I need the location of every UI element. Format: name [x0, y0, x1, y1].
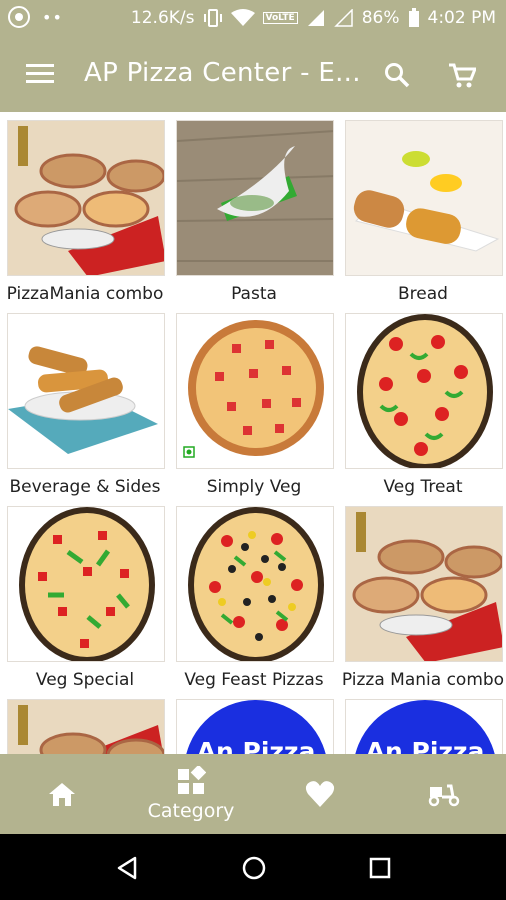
- system-nav-bar: [0, 834, 506, 900]
- category-grid: PizzaMania combo Pasta Bread Beverage & …: [0, 112, 506, 754]
- veg-special-pizza-image: [8, 507, 164, 661]
- whatsapp-notification-icon: [8, 6, 30, 28]
- veg-feast-pizza-image: [177, 507, 333, 661]
- simply-veg-pizza-image: [177, 314, 333, 468]
- category-tile[interactable]: An Pizza: [345, 699, 503, 754]
- category-tile-veg-feast[interactable]: [176, 506, 334, 662]
- category-tile-bread[interactable]: [345, 120, 503, 276]
- ap-pizza-logo-image: An Pizza: [346, 700, 502, 754]
- home-circle-icon[interactable]: [242, 856, 266, 880]
- bottom-nav: Category: [0, 754, 506, 834]
- nav-category-label: Category: [147, 800, 235, 822]
- heart-icon: [305, 781, 335, 807]
- category-tile-pizza-mania-combo[interactable]: [345, 506, 503, 662]
- wifi-icon: [230, 9, 255, 26]
- network-speed: 12.6K/s: [130, 8, 195, 28]
- nav-home[interactable]: [32, 754, 92, 834]
- category-label: Veg Treat: [383, 477, 463, 497]
- page-title: AP Pizza Center - E...: [84, 58, 361, 88]
- status-bar: •• 12.6K/s VoLTE 86% 4:02 PM: [0, 0, 506, 36]
- signal-icon: [307, 10, 324, 26]
- battery-percent: 86%: [361, 8, 400, 28]
- category-label: Beverage & Sides: [9, 477, 161, 497]
- menu-icon[interactable]: [26, 64, 54, 84]
- category-tile-pasta[interactable]: [176, 120, 334, 276]
- home-icon: [49, 783, 75, 806]
- category-tile-pizzamania-combo[interactable]: [7, 120, 165, 276]
- pasta-image: [177, 121, 333, 275]
- pizza-mania-combo-image: [346, 507, 502, 661]
- category-label: Simply Veg: [206, 477, 302, 497]
- signal-weak-icon: [333, 9, 353, 27]
- more-notifications-icon: ••: [42, 7, 63, 27]
- volte-badge: VoLTE: [262, 12, 298, 24]
- logo-text: An Pizza: [197, 737, 316, 754]
- category-tile-simply-veg[interactable]: [176, 313, 334, 469]
- search-icon[interactable]: [384, 62, 410, 88]
- category-tile-veg-special[interactable]: [7, 506, 165, 662]
- clock: 4:02 PM: [427, 8, 497, 28]
- back-icon[interactable]: [116, 856, 138, 880]
- vibrate-icon: [203, 9, 222, 27]
- app-bar: AP Pizza Center - E...: [0, 36, 506, 112]
- category-label: Pizza Mania combo: [341, 670, 505, 690]
- category-label: Bread: [398, 284, 448, 304]
- nav-favorites[interactable]: [290, 754, 350, 834]
- logo-text: An Pizza: [366, 737, 485, 754]
- pizza-mania-combo-image: [8, 121, 164, 275]
- garlic-bread-image: [346, 121, 502, 275]
- category-tile-beverage-sides[interactable]: [7, 313, 165, 469]
- battery-charging-icon: [408, 8, 419, 27]
- category-tile[interactable]: An Pizza: [176, 699, 334, 754]
- ap-pizza-logo-image: An Pizza: [177, 700, 333, 754]
- delivery-scooter-icon: [428, 784, 460, 807]
- category-icon: [178, 766, 206, 794]
- category-label: Veg Special: [35, 670, 135, 690]
- category-tile[interactable]: [7, 699, 165, 754]
- nav-category[interactable]: Category: [136, 754, 246, 834]
- category-label: PizzaMania combo: [6, 284, 164, 304]
- category-label: Veg Feast Pizzas: [184, 670, 324, 690]
- bread-sticks-image: [8, 314, 164, 468]
- recents-icon[interactable]: [369, 857, 391, 879]
- cart-icon[interactable]: [448, 62, 476, 90]
- nav-delivery[interactable]: [414, 754, 474, 834]
- category-label: Pasta: [231, 284, 277, 304]
- category-tile-veg-treat[interactable]: [345, 313, 503, 469]
- veg-treat-pizza-image: [346, 314, 502, 468]
- pizza-mania-combo-image: [8, 700, 164, 754]
